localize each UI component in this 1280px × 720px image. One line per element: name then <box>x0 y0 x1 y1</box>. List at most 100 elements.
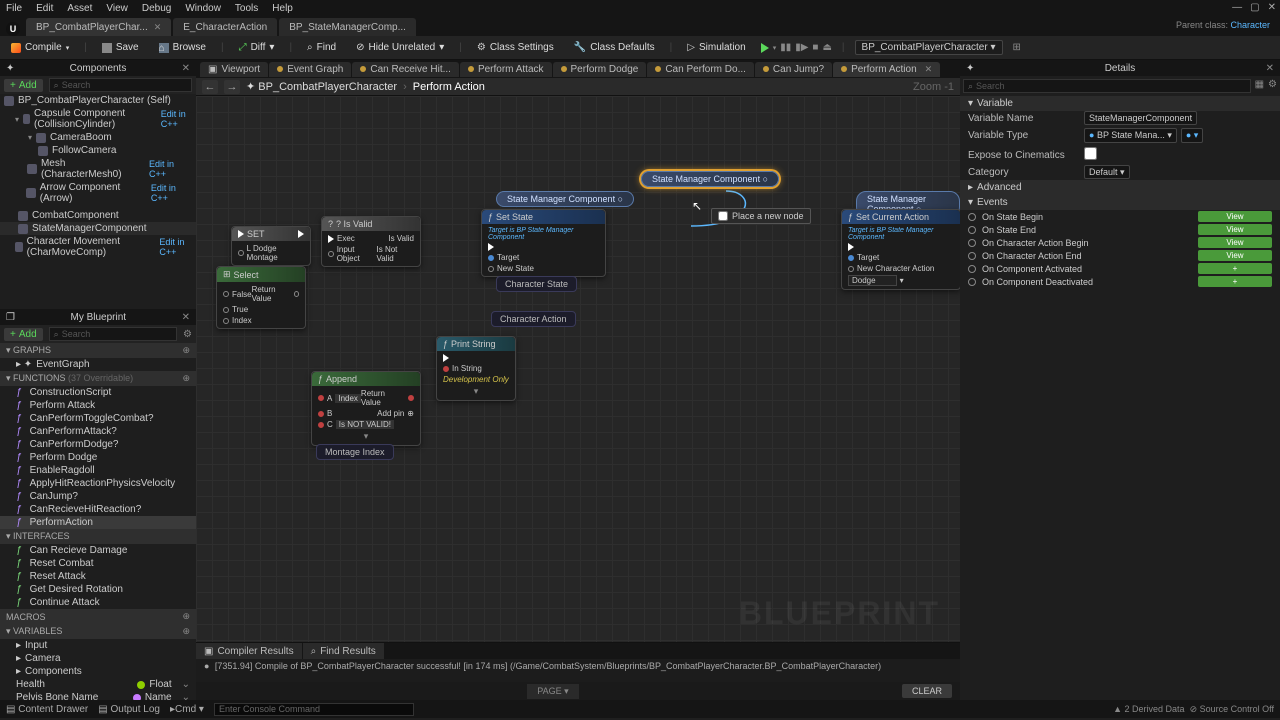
pin-icon[interactable] <box>318 411 324 417</box>
pin-icon[interactable] <box>223 318 229 324</box>
interface-item[interactable]: Reset Attack <box>0 570 196 583</box>
add-icon[interactable]: ⊕ <box>182 345 190 356</box>
pin-icon[interactable] <box>238 250 244 256</box>
edit-cpp-link[interactable]: Edit in C++ <box>161 109 192 129</box>
tab-find-results[interactable]: ⌕ Find Results <box>303 643 384 659</box>
pin-icon[interactable] <box>488 266 494 272</box>
pin-icon[interactable] <box>294 291 299 297</box>
save-button[interactable]: Save <box>97 40 144 55</box>
component-item[interactable]: StateManagerComponent <box>0 222 196 235</box>
node-set-current-action[interactable]: ƒ Set Current Action Target is BP State … <box>841 209 960 290</box>
crumb-function[interactable]: Perform Action <box>413 81 485 93</box>
event-view-button[interactable]: View <box>1198 250 1272 261</box>
console-input[interactable]: Enter Console Command <box>214 703 414 716</box>
function-item[interactable]: Perform Dodge <box>0 451 196 464</box>
stop-button[interactable]: ■ <box>812 42 818 53</box>
function-item[interactable]: CanPerformToggleCombat? <box>0 412 196 425</box>
nav-back-button[interactable]: ← <box>202 80 218 94</box>
category-select[interactable]: Default ▾ <box>1084 165 1130 179</box>
components-search[interactable]: Search <box>49 78 192 92</box>
variable-item[interactable]: HealthFloat⌄ <box>0 678 196 691</box>
pin-icon[interactable] <box>848 255 854 261</box>
function-item[interactable]: ApplyHitReactionPhysicsVelocity <box>0 477 196 490</box>
menu-edit[interactable]: Edit <box>36 3 53 14</box>
component-root[interactable]: BP_CombatPlayerCharacter (Self) <box>0 94 196 107</box>
functions-section[interactable]: ▾ Functions (37 Overridable)⊕ <box>0 371 196 386</box>
variables-section[interactable]: ▾ Variables⊕ <box>0 624 196 639</box>
add-component-button[interactable]: Add <box>4 79 43 92</box>
nav-fwd-button[interactable]: → <box>224 80 240 94</box>
window-maximize-icon[interactable]: ▢ <box>1250 2 1259 13</box>
component-item[interactable]: Arrow Component (Arrow)Edit in C++ <box>0 181 196 205</box>
component-item[interactable]: Mesh (CharacterMesh0)Edit in C++ <box>0 157 196 181</box>
blueprint-graph[interactable]: SET L Dodge Montage ?? Is Valid ExecIs V… <box>196 96 960 642</box>
edit-cpp-link[interactable]: Edit in C++ <box>151 183 192 203</box>
debug-object-selector[interactable]: BP_CombatPlayerCharacter ▾ <box>855 40 1003 55</box>
diff-button[interactable]: ⤢Diff ▾ <box>234 40 280 55</box>
node-set[interactable]: SET L Dodge Montage <box>231 226 311 266</box>
play-button[interactable] <box>761 43 769 53</box>
close-icon[interactable]: ✕ <box>1266 63 1274 74</box>
variable-name-input[interactable]: StateManagerComponent <box>1084 111 1197 125</box>
node-set-state[interactable]: ƒ Set State Target is BP State Manager C… <box>481 209 606 277</box>
class-settings-button[interactable]: ⚙Class Settings <box>472 40 559 55</box>
advanced-group-header[interactable]: ▸ Advanced <box>960 180 1280 195</box>
function-item[interactable]: EnableRagdoll <box>0 464 196 477</box>
interface-item[interactable]: Reset Combat <box>0 557 196 570</box>
menu-asset[interactable]: Asset <box>67 3 92 14</box>
grid-icon[interactable]: ▦ <box>1255 79 1264 93</box>
macros-section[interactable]: Macros⊕ <box>0 609 196 624</box>
browse-button[interactable]: ⌂Browse <box>154 40 211 55</box>
close-icon[interactable]: ✕ <box>182 63 190 74</box>
context-checkbox[interactable] <box>718 211 728 221</box>
close-icon[interactable]: ✕ <box>182 312 190 323</box>
event-add-button[interactable] <box>1198 276 1272 287</box>
container-type-select[interactable]: ● ▾ <box>1181 128 1203 143</box>
hide-unrelated-button[interactable]: ⊘Hide Unrelated ▾ <box>351 40 449 55</box>
function-item[interactable]: CanJump? <box>0 490 196 503</box>
tab-viewport[interactable]: ▣ Viewport <box>200 62 268 77</box>
tab-perform-attack[interactable]: Perform Attack <box>460 62 552 77</box>
function-item[interactable]: CanPerformAttack? <box>0 425 196 438</box>
node-print-string[interactable]: ƒ Print String In String Development Onl… <box>436 336 516 401</box>
event-graph-item[interactable]: ▸ ✦ EventGraph <box>0 358 196 371</box>
pin-icon[interactable] <box>223 307 229 313</box>
add-new-button[interactable]: Add <box>4 328 43 341</box>
events-group-header[interactable]: ▾ Events <box>960 195 1280 210</box>
chevron-down-icon[interactable]: ⌄ <box>182 679 190 690</box>
menu-help[interactable]: Help <box>272 3 293 14</box>
var-group[interactable]: ▸ Input <box>0 639 196 652</box>
add-icon[interactable]: ⊕ <box>182 626 190 637</box>
eject-button[interactable]: ⏏ <box>822 42 831 53</box>
pin-icon[interactable] <box>318 422 324 428</box>
tab-compiler-results[interactable]: ▣ Compiler Results <box>196 643 302 659</box>
var-state-manager-component[interactable]: State Manager Component ○ <box>496 191 634 207</box>
pin-icon[interactable] <box>848 266 854 272</box>
menu-debug[interactable]: Debug <box>142 3 171 14</box>
close-icon[interactable]: ✕ <box>925 64 933 75</box>
exec-pin[interactable] <box>238 230 244 238</box>
myblueprint-search[interactable]: Search <box>49 327 177 341</box>
event-add-button[interactable] <box>1198 263 1272 274</box>
component-item[interactable]: Character Movement (CharMoveComp)Edit in… <box>0 235 196 259</box>
window-close-icon[interactable]: ✕ <box>1268 2 1276 13</box>
tab-bp-state-manager[interactable]: BP_StateManagerComp... <box>279 18 416 36</box>
event-view-button[interactable]: View <box>1198 237 1272 248</box>
exec-pin[interactable] <box>328 235 334 243</box>
clear-button[interactable]: CLEAR <box>902 684 952 698</box>
variable-type-select[interactable]: ● BP State Mana... ▾ <box>1084 128 1177 143</box>
chevron-down-icon[interactable]: ⌄ <box>182 692 190 700</box>
menu-view[interactable]: View <box>106 3 128 14</box>
node-select[interactable]: ⊞ Select FalseReturn Value True Index <box>216 266 306 329</box>
component-item[interactable]: ▾Capsule Component (CollisionCylinder)Ed… <box>0 107 196 131</box>
class-defaults-button[interactable]: 🔧Class Defaults <box>569 40 660 55</box>
tab-perform-dodge[interactable]: Perform Dodge <box>553 62 647 77</box>
node-character-state[interactable]: Character State <box>496 276 577 292</box>
interface-item[interactable]: Continue Attack <box>0 596 196 609</box>
simulation-button[interactable]: ▷Simulation <box>682 40 750 55</box>
pause-button[interactable]: ▮▮ <box>780 42 791 53</box>
interface-item[interactable]: Can Recieve Damage <box>0 544 196 557</box>
event-view-button[interactable]: View <box>1198 211 1272 222</box>
play-dropdown[interactable]: ▾ <box>773 44 777 52</box>
var-state-manager-component-highlighted[interactable]: State Manager Component ○ <box>641 171 779 187</box>
